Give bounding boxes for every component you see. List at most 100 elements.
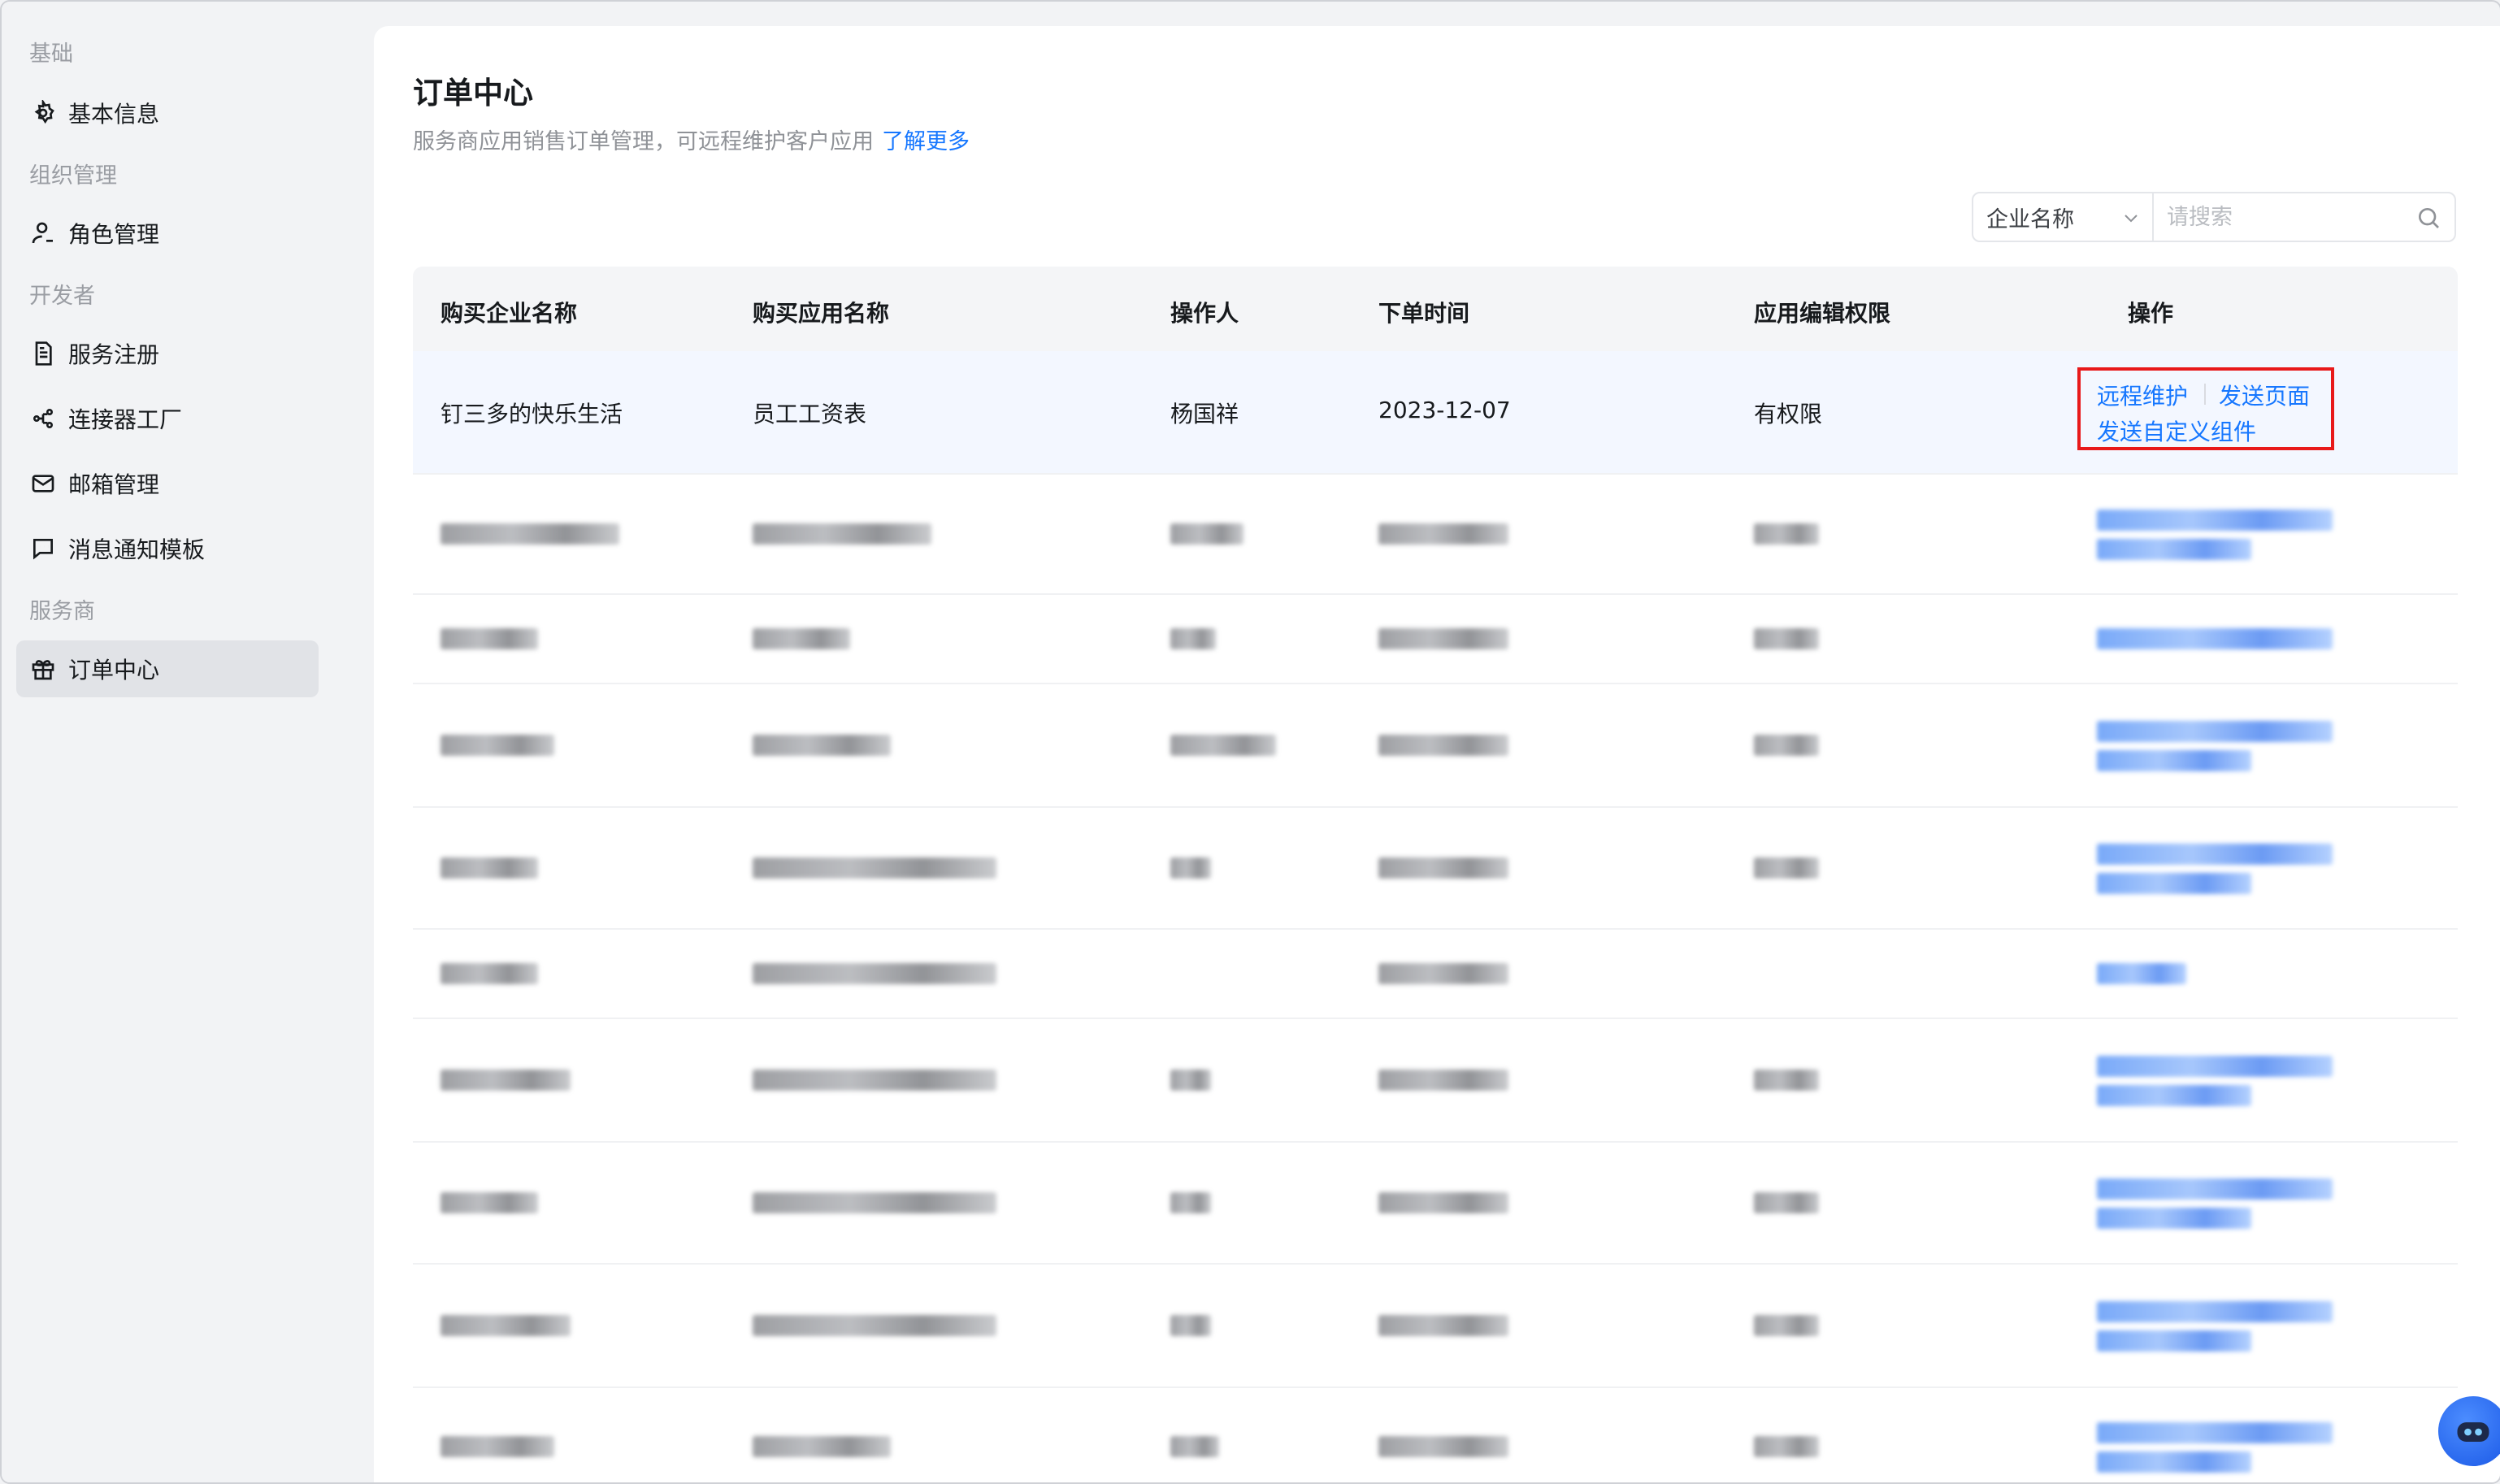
redacted-action-link[interactable]: [2097, 1178, 2333, 1200]
sidebar-item-label: 角色管理: [68, 221, 160, 248]
table-row: [413, 684, 2458, 808]
description-text: 服务商应用销售订单管理，可远程维护客户应用: [413, 129, 874, 154]
redacted-action-link[interactable]: [2097, 539, 2251, 560]
sidebar-item-label: 订单中心: [68, 657, 160, 683]
send-custom-component-link[interactable]: 发送自定义组件: [2097, 414, 2256, 447]
action-separator: [2204, 384, 2206, 405]
cell-permission: 有权限: [1754, 401, 1823, 427]
send-page-link[interactable]: 发送页面: [2219, 379, 2310, 411]
redacted-cell: [441, 1192, 538, 1213]
blurred-rows: [413, 475, 2458, 1482]
redacted-action-link[interactable]: [2097, 721, 2333, 742]
table-row: [413, 1388, 2458, 1482]
redacted-cell: [1170, 1192, 1211, 1213]
redacted-cell: [1378, 735, 1508, 756]
redacted-action-link[interactable]: [2097, 628, 2333, 649]
redacted-cell: [1754, 1436, 1819, 1457]
redacted-cell: [753, 523, 931, 545]
table-row: [413, 595, 2458, 684]
redacted-cell: [1170, 735, 1276, 756]
orders-table: 购买企业名称 购买应用名称 操作人 下单时间 应用编辑权限 操作 钉三多的快乐生…: [413, 267, 2458, 1482]
sidebar-group-provider: 服务商: [29, 599, 95, 624]
redacted-cell: [753, 1192, 996, 1213]
sidebar-item-service-register[interactable]: 服务注册: [16, 325, 319, 382]
connector-icon: [29, 405, 57, 432]
redacted-cell: [1754, 1315, 1819, 1336]
sidebar-item-order-center[interactable]: 订单中心: [16, 640, 319, 697]
redacted-cell: [753, 857, 996, 879]
redacted-action-link[interactable]: [2097, 1085, 2251, 1106]
redacted-cell: [753, 1436, 891, 1457]
sidebar-group-developer: 开发者: [29, 284, 95, 309]
redacted-cell: [1170, 1436, 1219, 1457]
redacted-cell: [1378, 1315, 1508, 1336]
search-filter: 企业名称: [1972, 192, 2456, 242]
redacted-action-link[interactable]: [2097, 1422, 2333, 1443]
sidebar: 基础 基本信息 组织管理 角色管理 开发者 服务注册 连接器工厂 邮箱管理 消息…: [2, 2, 345, 1482]
redacted-cell: [441, 1315, 571, 1336]
redacted-cell: [441, 628, 538, 649]
redacted-cell: [1170, 1070, 1211, 1091]
sidebar-item-message-template[interactable]: 消息通知模板: [16, 520, 319, 577]
redacted-cell: [753, 628, 850, 649]
sidebar-item-role-management[interactable]: 角色管理: [16, 205, 319, 262]
table-row: [413, 930, 2458, 1019]
redacted-action-link[interactable]: [2097, 1330, 2251, 1352]
redacted-action-link[interactable]: [2097, 750, 2251, 771]
redacted-cell: [1378, 963, 1508, 984]
redacted-action-link[interactable]: [2097, 1208, 2251, 1229]
redacted-cell: [1170, 523, 1243, 545]
column-header-permission: 应用编辑权限: [1754, 300, 1891, 327]
search-box: [2154, 193, 2454, 241]
search-icon[interactable]: [2415, 205, 2441, 231]
redacted-cell: [441, 523, 619, 545]
redacted-action-link[interactable]: [2097, 844, 2333, 865]
redacted-cell: [1170, 628, 1216, 649]
redacted-cell: [441, 1436, 554, 1457]
remote-maintain-link[interactable]: 远程维护: [2097, 379, 2188, 411]
redacted-cell: [1378, 523, 1508, 545]
sidebar-item-label: 服务注册: [68, 341, 160, 368]
redacted-cell: [1378, 1436, 1508, 1457]
search-input[interactable]: [2154, 203, 2412, 231]
redacted-action-link[interactable]: [2097, 510, 2333, 531]
redacted-cell: [1170, 857, 1211, 879]
table-row: [413, 808, 2458, 930]
select-value: 企业名称: [1986, 206, 2074, 232]
column-header-app: 购买应用名称: [753, 300, 890, 327]
gear-icon: [29, 99, 57, 127]
message-icon: [29, 535, 57, 562]
sidebar-item-basic-info[interactable]: 基本信息: [16, 85, 319, 141]
table-row: [413, 1143, 2458, 1265]
filter-field-select[interactable]: 企业名称: [1973, 193, 2154, 241]
mail-icon: [29, 470, 57, 497]
table-row: [413, 1019, 2458, 1143]
assistant-bot-icon[interactable]: [2438, 1396, 2500, 1466]
cell-company: 钉三多的快乐生活: [441, 401, 623, 427]
sidebar-item-connector-factory[interactable]: 连接器工厂: [16, 390, 319, 447]
page-description: 服务商应用销售订单管理，可远程维护客户应用 了解更多: [413, 124, 970, 155]
table-row: 钉三多的快乐生活 员工工资表 杨国祥 2023-12-07 有权限 远程维护 发…: [413, 351, 2458, 475]
sidebar-item-mail-management[interactable]: 邮箱管理: [16, 455, 319, 512]
column-header-actions: 操作: [2128, 300, 2174, 327]
redacted-action-link[interactable]: [2097, 1451, 2251, 1473]
chevron-down-icon: [2125, 215, 2138, 223]
redacted-cell: [441, 735, 554, 756]
sidebar-item-label: 邮箱管理: [68, 471, 160, 498]
redacted-cell: [1378, 857, 1508, 879]
redacted-cell: [1754, 857, 1819, 879]
gift-icon: [29, 655, 57, 683]
redacted-action-link[interactable]: [2097, 1056, 2333, 1077]
redacted-action-link[interactable]: [2097, 963, 2186, 984]
redacted-action-link[interactable]: [2097, 1301, 2333, 1322]
redacted-cell: [1754, 628, 1819, 649]
cell-app: 员工工资表: [753, 401, 867, 427]
redacted-action-link[interactable]: [2097, 873, 2251, 894]
table-row: [413, 475, 2458, 595]
sidebar-group-org: 组织管理: [29, 163, 117, 189]
learn-more-link[interactable]: 了解更多: [882, 129, 970, 154]
user-role-icon: [29, 219, 57, 247]
redacted-cell: [441, 857, 538, 879]
column-header-operator: 操作人: [1170, 300, 1239, 327]
app-frame: 基础 基本信息 组织管理 角色管理 开发者 服务注册 连接器工厂 邮箱管理 消息…: [0, 0, 2500, 1484]
